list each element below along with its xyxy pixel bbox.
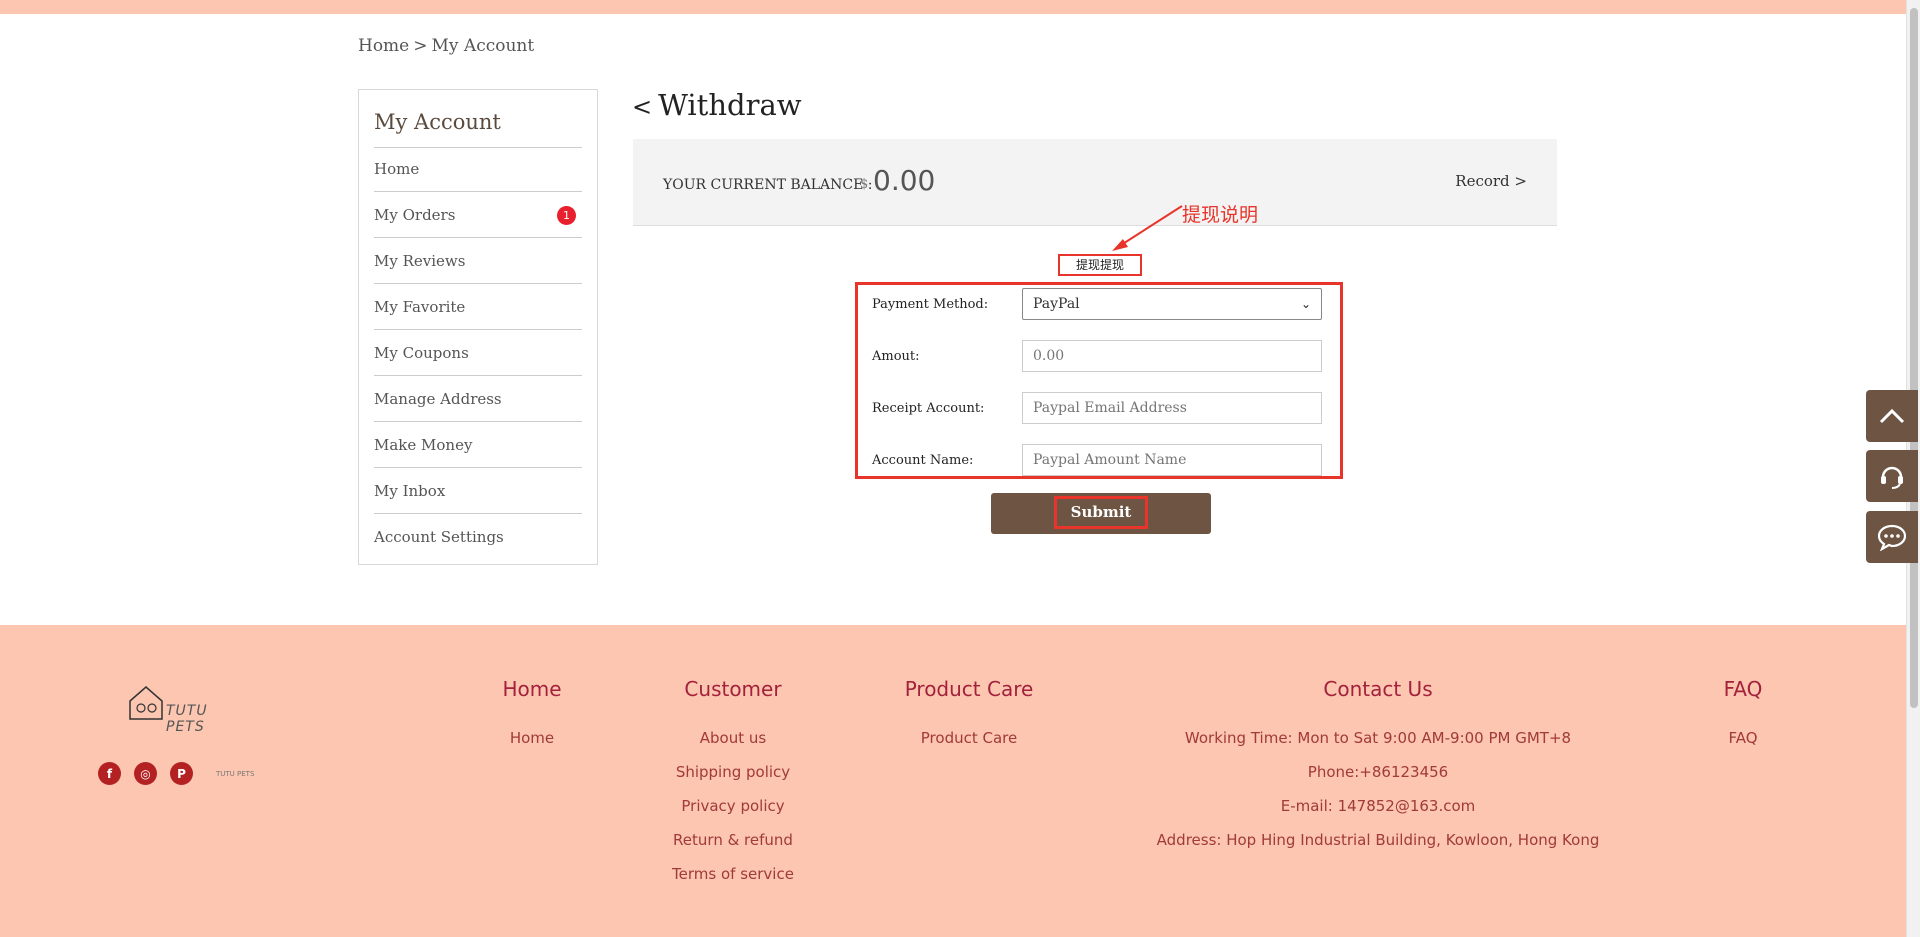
footer-link-shipping-policy[interactable]: Shipping policy — [672, 755, 794, 789]
footer-logo[interactable]: TUTU PETS — [126, 683, 207, 735]
footer-col-title: Product Care — [904, 677, 1034, 701]
payment-method-value: PayPal — [1033, 296, 1080, 312]
footer-logo-text: TUTU PETS — [166, 703, 208, 735]
sidebar-item-make-money[interactable]: Make Money — [374, 422, 582, 468]
back-arrow-icon[interactable]: < — [632, 93, 652, 121]
instagram-icon[interactable]: ◎ — [134, 762, 157, 785]
chevron-up-icon — [1879, 408, 1905, 424]
footer-link-return-refund[interactable]: Return & refund — [672, 823, 794, 857]
footer-col-title: Home — [502, 677, 562, 701]
house-pet-logo-icon — [129, 686, 163, 720]
payment-method-select[interactable]: PayPal ⌄ — [1022, 288, 1322, 320]
footer-col-title: Contact Us — [1323, 677, 1433, 701]
scrollbar-thumb[interactable] — [1910, 8, 1918, 708]
sidebar-item-my-coupons[interactable]: My Coupons — [374, 330, 582, 376]
contact-email: E-mail: 147852@163.com — [1280, 797, 1476, 815]
headset-icon — [1881, 466, 1903, 489]
annotation-label: 提现说明 — [1182, 204, 1259, 226]
footer-link-faq[interactable]: FAQ — [1724, 721, 1763, 755]
account-name-label: Account Name: — [872, 453, 974, 468]
sidebar-item-my-orders[interactable]: My Orders 1 — [374, 192, 582, 238]
record-link[interactable]: Record > — [1455, 172, 1527, 190]
receipt-account-input[interactable] — [1022, 392, 1322, 424]
receipt-account-row: Receipt Account: — [858, 392, 1340, 426]
sidebar-item-label: Make Money — [374, 436, 473, 454]
annotation-arrow-icon — [1112, 205, 1183, 251]
sidebar-item-label: My Reviews — [374, 252, 466, 270]
footer-col-title: Customer — [684, 677, 782, 701]
footer-col-product-care: Product Care Product Care — [905, 677, 1034, 755]
customer-service-button[interactable] — [1866, 450, 1918, 502]
contact-working-time: Working Time: Mon to Sat 9:00 AM-9:00 PM… — [1184, 729, 1572, 747]
contact-address: Address: Hop Hing Industrial Building, K… — [1156, 831, 1600, 849]
sidebar-item-my-favorite[interactable]: My Favorite — [374, 284, 582, 330]
facebook-icon[interactable]: f — [98, 762, 121, 785]
balance-currency: $ — [860, 177, 869, 192]
sidebar-item-label: Account Settings — [374, 528, 504, 546]
withdraw-notes-link[interactable]: 提现提现 — [1058, 254, 1142, 276]
breadcrumb-current: My Account — [431, 36, 535, 56]
footer-col-customer: Customer About us Shipping policy Privac… — [672, 677, 794, 891]
orders-count-badge: 1 — [557, 206, 576, 225]
footer-link-home[interactable]: Home — [502, 721, 561, 755]
sidebar-item-label: My Inbox — [374, 482, 446, 500]
page-title[interactable]: < Withdraw — [632, 88, 802, 122]
amount-input[interactable] — [1022, 340, 1322, 372]
withdraw-form: Payment Method: PayPal ⌄ Amout: Receipt … — [855, 282, 1343, 479]
breadcrumb-separator: > — [413, 36, 428, 56]
sidebar-item-label: My Favorite — [374, 298, 466, 316]
top-banner-strip — [0, 0, 1920, 14]
breadcrumb-home[interactable]: Home — [358, 36, 409, 56]
footer-mini-logo: TUTU PETS — [216, 769, 255, 778]
balance-amount: 0.00 — [873, 164, 936, 197]
breadcrumb: Home > My Account — [358, 36, 538, 56]
chat-button[interactable] — [1866, 511, 1918, 563]
footer-link-about-us[interactable]: About us — [672, 721, 794, 755]
site-footer: TUTU PETS f ◎ P TUTU PETS Home Home Cust… — [0, 625, 1906, 937]
footer-link-product-care[interactable]: Product Care — [905, 721, 1034, 755]
submit-button[interactable]: Submit — [991, 493, 1211, 534]
submit-label: Submit — [1054, 496, 1148, 529]
page-title-text: Withdraw — [658, 88, 802, 122]
sidebar-item-label: My Coupons — [374, 344, 469, 362]
sidebar-item-my-reviews[interactable]: My Reviews — [374, 238, 582, 284]
balance-panel: YOUR CURRENT BALANCE : $ 0.00 Record > — [633, 139, 1557, 226]
footer-col-contact: Contact Us Working Time: Mon to Sat 9:00… — [1157, 677, 1600, 857]
footer-col-home: Home Home — [502, 677, 561, 755]
account-sidebar: My Account Home My Orders 1 My Reviews My… — [358, 89, 598, 565]
amount-row: Amout: — [858, 340, 1340, 374]
sidebar-item-label: Home — [374, 160, 420, 178]
balance-label: YOUR CURRENT BALANCE : — [663, 177, 873, 193]
footer-col-title: FAQ — [1723, 677, 1763, 701]
payment-method-label: Payment Method: — [872, 297, 989, 312]
sidebar-item-my-inbox[interactable]: My Inbox — [374, 468, 582, 514]
back-to-top-button[interactable] — [1866, 390, 1918, 442]
pinterest-icon[interactable]: P — [170, 762, 193, 785]
footer-col-faq: FAQ FAQ — [1724, 677, 1763, 755]
sidebar-item-home[interactable]: Home — [374, 146, 582, 192]
chevron-down-icon: ⌄ — [1300, 297, 1311, 311]
sidebar-title: My Account — [374, 98, 582, 148]
account-name-row: Account Name: — [858, 444, 1340, 478]
sidebar-item-manage-address[interactable]: Manage Address — [374, 376, 582, 422]
sidebar-menu: Home My Orders 1 My Reviews My Favorite M… — [374, 146, 582, 560]
account-name-input[interactable] — [1022, 444, 1322, 476]
footer-link-privacy-policy[interactable]: Privacy policy — [672, 789, 794, 823]
payment-method-row: Payment Method: PayPal ⌄ — [858, 288, 1340, 322]
sidebar-item-label: My Orders — [374, 206, 456, 224]
sidebar-item-account-settings[interactable]: Account Settings — [374, 514, 582, 560]
social-links: f ◎ P TUTU PETS — [98, 762, 254, 785]
contact-phone: Phone:+86123456 — [1307, 763, 1449, 781]
receipt-account-label: Receipt Account: — [872, 401, 985, 416]
footer-link-terms-of-service[interactable]: Terms of service — [672, 857, 794, 891]
chat-icon — [1877, 524, 1907, 551]
amount-label: Amout: — [872, 349, 920, 364]
sidebar-item-label: Manage Address — [374, 390, 502, 408]
